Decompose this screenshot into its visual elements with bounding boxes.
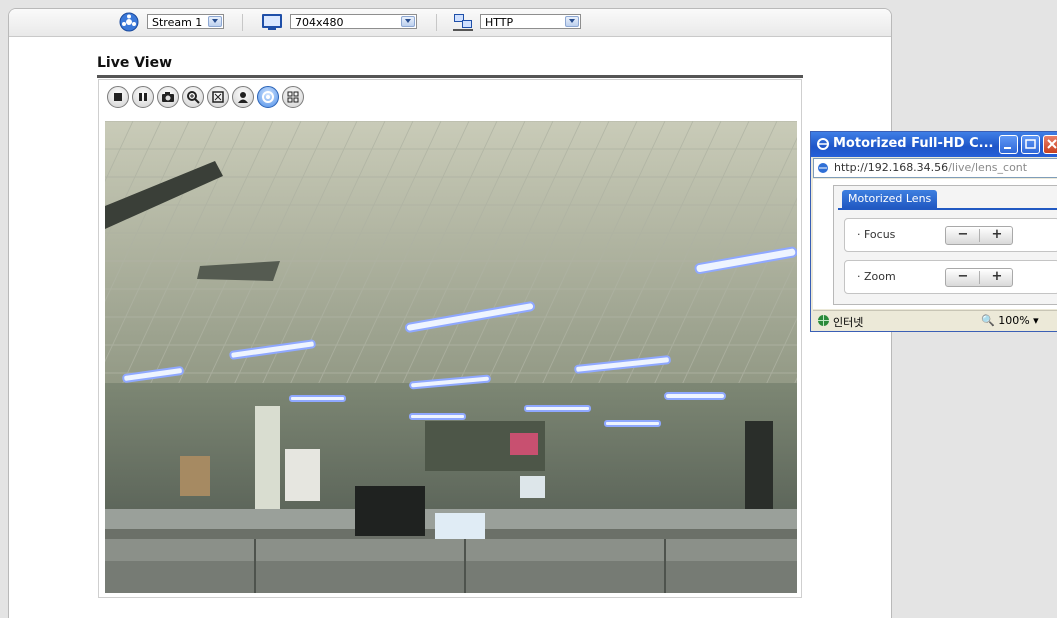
lens-control-button[interactable] [257,86,279,108]
resolution-select-value: 704x480 [295,16,344,29]
layout-button[interactable] [282,86,304,108]
grid-icon [287,91,299,103]
chevron-down-icon [208,16,222,27]
zoom-in-icon [187,91,200,104]
status-bar: 인터넷 🔍 100% ▾ [813,310,1057,331]
status-zone: 인터넷 [833,316,864,329]
close-icon [1047,139,1057,149]
ie-icon [817,138,829,150]
focus-plus-button[interactable]: + [980,227,1014,244]
page-icon [818,163,828,173]
record-button[interactable] [232,86,254,108]
separator [242,14,243,31]
tab-underline [838,208,1057,210]
focus-minus-button[interactable]: − [946,227,980,244]
chevron-down-icon [565,16,579,27]
stream-icon [119,12,139,32]
zoom-label: · Zoom [857,270,896,283]
address-bar[interactable]: http://192.168.34.56/live/lens_cont [813,158,1057,178]
page-title: Live View [97,55,173,71]
live-video[interactable] [105,121,797,593]
top-toolbar: Stream 1 704x480 HTTP [9,9,891,37]
zoom-row: · Zoom − + [844,260,1057,294]
lens-icon [262,91,274,103]
focus-label-text: Focus [864,228,896,241]
protocol-select[interactable]: HTTP [480,14,581,29]
url-host: http://192.168.34.56 [834,161,949,174]
zoom-label-text: Zoom [864,270,896,283]
maximize-button[interactable] [1021,135,1040,154]
stop-button[interactable] [107,86,129,108]
maximize-icon [1025,139,1036,149]
focus-row: · Focus − + [844,218,1057,252]
stream-select-value: Stream 1 [152,16,203,29]
protocol-select-value: HTTP [485,16,514,29]
minimize-icon [1004,147,1011,149]
title-divider [97,75,803,78]
chevron-down-icon [401,16,415,27]
fullscreen-button[interactable] [207,86,229,108]
focus-label: · Focus [857,228,896,241]
live-view-box [98,79,802,598]
focus-stepper: − + [945,226,1013,245]
stream-select[interactable]: Stream 1 [147,14,224,29]
camera-icon [162,92,174,102]
zoom-plus-button[interactable]: + [980,269,1014,286]
window-title: Motorized Full-HD C... [833,136,994,151]
pause-button[interactable] [132,86,154,108]
zoom-stepper: − + [945,268,1013,287]
separator [436,14,437,31]
status-zoom[interactable]: 🔍 100% ▾ [981,314,1039,327]
url-path: /live/lens_cont [948,161,1028,174]
globe-icon [818,315,829,326]
monitor-icon [262,14,282,30]
main-panel: Stream 1 704x480 HTTP Live View [8,8,892,618]
zoom-level: 100% [998,314,1030,327]
resolution-select[interactable]: 704x480 [290,14,417,29]
pause-icon [139,93,147,101]
close-button[interactable] [1043,135,1057,154]
network-icon [453,14,473,31]
lens-panel: Motorized Lens · Focus − + · Zoom − + [833,185,1057,305]
zoom-button[interactable] [182,86,204,108]
zoom-minus-button[interactable]: − [946,269,980,286]
fullscreen-icon [212,91,224,103]
tab-motorized-lens[interactable]: Motorized Lens [842,190,938,208]
popup-content: Motorized Lens · Focus − + · Zoom − + [813,179,1057,309]
person-icon [238,92,248,103]
window-title-bar[interactable]: Motorized Full-HD C... [811,132,1057,157]
snapshot-button[interactable] [157,86,179,108]
lens-control-window: Motorized Full-HD C... http://192.168.34… [810,131,1057,332]
stop-icon [114,93,122,101]
minimize-button[interactable] [999,135,1018,154]
address-text: http://192.168.34.56/live/lens_cont [834,161,1027,174]
